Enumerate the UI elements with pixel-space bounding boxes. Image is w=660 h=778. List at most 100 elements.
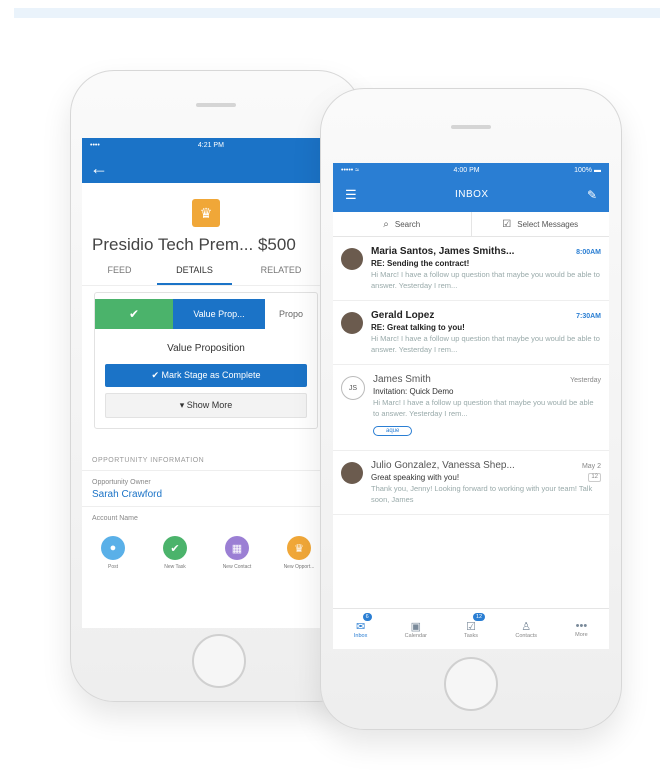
nav-bar: ☰ INBOX ✎ (333, 177, 609, 212)
sales-path: ✔ Value Prop... Propo (95, 299, 317, 329)
avatar: JS (341, 376, 365, 400)
path-step-current[interactable]: Value Prop... (173, 299, 265, 329)
search-button[interactable]: ⌕ Search (333, 212, 471, 236)
sender-name: Maria Santos, James Smiths... (371, 246, 515, 257)
action-label: New Opport... (283, 564, 315, 570)
nav-bar: ← (82, 153, 330, 183)
message-preview: Hi Marc! I have a follow up question tha… (373, 398, 594, 418)
path-step-next[interactable]: Propo (265, 299, 317, 329)
message-row[interactable]: Julio Gonzalez, Vanessa Shep... May 2 Grea… (333, 451, 609, 515)
tab-label: Inbox (353, 632, 368, 639)
message-subject: RE: Sending the contract! (371, 259, 470, 268)
back-arrow-icon[interactable]: ← (90, 158, 108, 179)
owner-link[interactable]: Sarah Crawford (92, 489, 320, 500)
tab-label: Tasks (463, 632, 479, 639)
inbox-title: INBOX (454, 189, 489, 200)
tab-details[interactable]: DETAILS (157, 265, 232, 285)
quick-action[interactable]: ✔ New Task (151, 536, 199, 570)
tasks-icon: ☑ (466, 620, 476, 633)
carrier-signal: •••• (90, 142, 100, 149)
avatar (341, 312, 363, 334)
message-time: 8:00AM (576, 249, 601, 256)
inbox-icon: ✉ (355, 620, 366, 633)
action-icon: ✔ (163, 536, 187, 560)
owner-field: Opportunity Owner Sarah Crawford (82, 471, 330, 507)
action-icon: ▦ (225, 536, 249, 560)
tab-badge: 12 (473, 613, 486, 621)
contacts-icon: ♙ (521, 620, 532, 633)
show-more-button[interactable]: ▾ Show More (105, 393, 307, 418)
tab-related[interactable]: RELATED (232, 265, 330, 285)
path-card: ✔ Value Prop... Propo Value Proposition … (94, 292, 318, 429)
message-subject: Invitation: Quick Demo (373, 387, 454, 396)
action-icon: ● (101, 536, 125, 560)
status-bar: •••• 4:21 PM (82, 138, 330, 153)
account-field: Account Name (82, 507, 330, 528)
select-messages-button[interactable]: ☑ Select Messages (472, 212, 610, 236)
right-phone: ••••• ≈ 4:00 PM 100% ▬ ☰ INBOX ✎ ⌕ Searc… (320, 88, 622, 730)
tab-calendar[interactable]: ▣ Calendar (388, 609, 443, 649)
battery-indicator: 100% ▬ (574, 166, 601, 174)
home-button[interactable] (444, 657, 498, 711)
message-time: Yesterday (570, 377, 601, 384)
home-button[interactable] (192, 634, 246, 688)
left-phone: •••• 4:21 PM ← ♛ Presidio Tech Prem... $… (70, 70, 362, 702)
tab-badge: 6 (362, 613, 372, 621)
quick-action[interactable]: ● Post (89, 536, 137, 570)
tab-label: Contacts (515, 632, 538, 639)
status-time: 4:21 PM (197, 142, 224, 149)
status-time: 4:00 PM (453, 166, 480, 174)
avatar (341, 248, 363, 270)
sender-name: Gerald Lopez (371, 310, 435, 321)
tab-label: More (575, 632, 588, 638)
speaker (451, 125, 491, 129)
tab-bar: ✉ Inbox 6 ▣ Calendar ☑ Tasks 12 ♙ Contacts ••• More (333, 608, 609, 649)
message-row[interactable]: JS James Smith Yesterday Invitation: Quick … (333, 365, 609, 451)
tab-contacts[interactable]: ♙ Contacts (499, 609, 554, 649)
sender-name: James Smith (373, 374, 431, 385)
quick-action[interactable]: ♛ New Opport... (275, 536, 323, 570)
tab-inbox[interactable]: ✉ Inbox 6 (333, 609, 388, 649)
action-icon: ♛ (287, 536, 311, 560)
message-time: 7:30AM (576, 313, 601, 320)
quick-action[interactable]: ▦ New Contact (213, 536, 261, 570)
action-label: New Contact (222, 564, 252, 570)
tab-label: Calendar (404, 632, 427, 639)
action-bar: ● Post ✔ New Task ▦ New Contact ♛ New Opport... (82, 528, 330, 570)
message-tag[interactable]: aque (373, 426, 413, 436)
mark-stage-complete-button[interactable]: ✔ Mark Stage as Complete (105, 364, 307, 387)
record-tabs: FEED DETAILS RELATED (82, 265, 330, 286)
speaker (196, 103, 236, 107)
account-label: Account Name (92, 515, 138, 522)
message-preview: Hi Marc! I have a follow up question tha… (371, 334, 600, 354)
stage-title: Value Proposition (167, 343, 245, 354)
action-label: New Task (164, 564, 186, 570)
owner-label: Opportunity Owner (92, 479, 151, 486)
message-row[interactable]: Maria Santos, James Smiths... 8:00AM RE: S… (333, 237, 609, 301)
opportunity-screen: •••• 4:21 PM ← ♛ Presidio Tech Prem... $… (82, 138, 330, 628)
carrier-signal: ••••• ≈ (341, 166, 360, 174)
message-list: Maria Santos, James Smiths... 8:00AM RE: S… (333, 237, 609, 515)
checkbox-icon: ☑ (502, 218, 512, 230)
more-icon: ••• (575, 620, 588, 632)
tab-more[interactable]: ••• More (554, 609, 609, 649)
opportunity-title: Presidio Tech Prem... $500 (92, 235, 296, 254)
message-preview: Thank you, Jenny! Looking forward to wor… (371, 484, 593, 504)
search-icon: ⌕ (383, 218, 389, 230)
compose-icon[interactable]: ✎ (587, 188, 597, 202)
thread-count: 12 (588, 473, 601, 482)
path-step-complete[interactable]: ✔ (95, 299, 173, 329)
search-bar: ⌕ Search ☑ Select Messages (333, 212, 609, 237)
avatar (341, 462, 363, 484)
crown-icon: ♛ (192, 199, 220, 227)
message-row[interactable]: Gerald Lopez 7:30AM RE: Great talking to y… (333, 301, 609, 365)
status-bar: ••••• ≈ 4:00 PM 100% ▬ (333, 163, 609, 177)
calendar-icon: ▣ (410, 620, 421, 633)
sender-name: Julio Gonzalez, Vanessa Shep... (371, 460, 515, 471)
tab-feed[interactable]: FEED (82, 265, 157, 285)
inbox-screen: ••••• ≈ 4:00 PM 100% ▬ ☰ INBOX ✎ ⌕ Searc… (333, 163, 609, 649)
section-title: OPPORTUNITY INFORMATION (82, 435, 330, 471)
tab-tasks[interactable]: ☑ Tasks 12 (443, 609, 498, 649)
message-subject: Great speaking with you! (371, 473, 460, 482)
menu-icon[interactable]: ☰ (345, 187, 357, 203)
